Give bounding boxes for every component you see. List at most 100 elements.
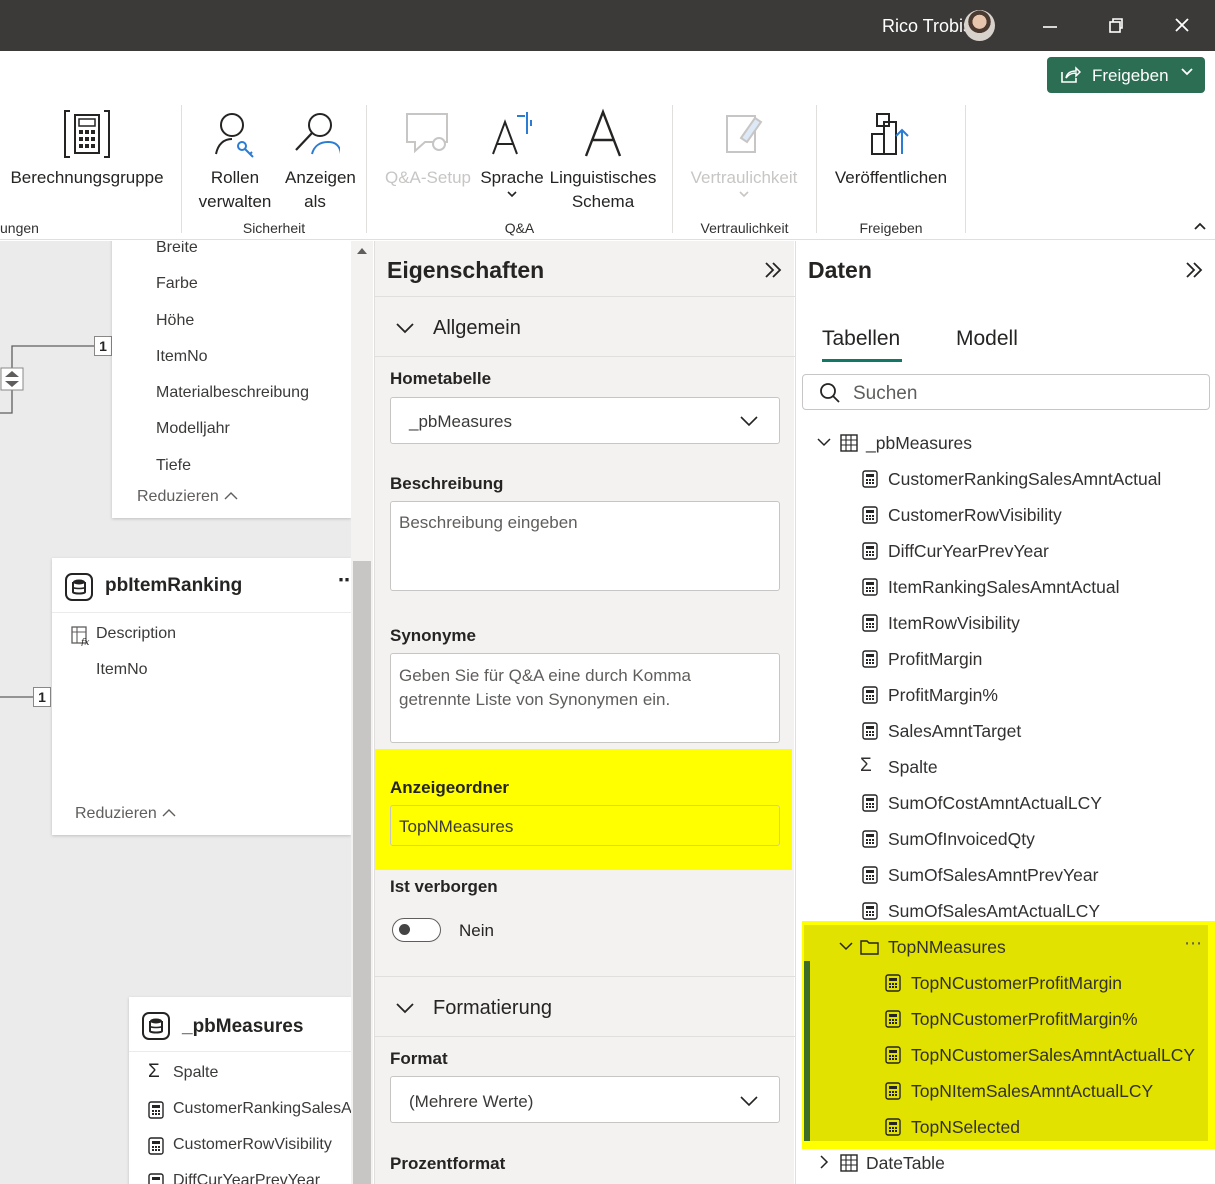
relationship-cardinality: 1: [33, 687, 51, 707]
measure-icon: [862, 902, 878, 920]
table-card-pbmeasures[interactable]: _pbMeasures Σ Spalte CustomerRankingSale…: [129, 997, 351, 1184]
close-icon[interactable]: [1171, 14, 1193, 36]
user-search-icon: [295, 113, 340, 155]
cross-filter-icon[interactable]: [0, 367, 24, 391]
model-canvas[interactable]: 1 1 Breite Farbe Höhe ItemNo Materialbes…: [0, 241, 351, 1184]
tree-table-datetable[interactable]: DateTable: [796, 1145, 1215, 1181]
table-icon: [65, 573, 93, 601]
field-item[interactable]: Farbe: [156, 275, 198, 293]
pane-title: Eigenschaften: [387, 257, 545, 283]
field-item[interactable]: Modelljahr: [156, 420, 230, 438]
collapse-pane-icon[interactable]: [763, 260, 783, 280]
minimize-icon[interactable]: [1039, 14, 1061, 36]
section-formatting[interactable]: Formatierung: [433, 997, 552, 1020]
field-item[interactable]: Breite: [156, 241, 198, 257]
field-item[interactable]: CustomerRowVisibility: [173, 1136, 332, 1154]
qa-setup-button[interactable]: Q&A-Setup: [378, 108, 478, 190]
tree-folder-measure[interactable]: TopNCustomerSalesAmntActualLCY: [796, 1037, 1215, 1073]
table-icon: [142, 1012, 170, 1040]
chevron-down-icon[interactable]: [395, 1001, 415, 1015]
collapse-link[interactable]: Reduzieren: [75, 805, 177, 823]
field-item[interactable]: Description: [96, 625, 176, 643]
search-box[interactable]: Suchen: [802, 374, 1210, 410]
tree-measure[interactable]: SumOfInvoicedQty: [796, 821, 1215, 857]
sensitivity-button[interactable]: Vertraulichkeit: [684, 108, 804, 198]
field-item[interactable]: Materialbeschreibung: [156, 384, 309, 402]
tree-measure[interactable]: SumOfCostAmntActualLCY: [796, 785, 1215, 821]
home-table-dropdown[interactable]: _pbMeasures: [390, 397, 780, 444]
ribbon-separator: [816, 105, 817, 233]
tree-folder-measure[interactable]: TopNSelected: [796, 1109, 1215, 1145]
tree-folder-measure[interactable]: TopNItemSalesAmntActualLCY: [796, 1073, 1215, 1109]
card-title: _pbMeasures: [182, 1016, 304, 1037]
field-item[interactable]: DiffCurYearPrevYear: [173, 1172, 320, 1184]
publish-button[interactable]: Veröffentlichen: [828, 108, 954, 190]
field-item[interactable]: Spalte: [173, 1064, 218, 1082]
data-pane: Daten Tabellen Modell Suchen _pbMeasures…: [795, 241, 1215, 1184]
percent-format-label: Prozentformat: [390, 1154, 506, 1173]
group-label-security: Sicherheit: [242, 220, 306, 236]
tree-measure[interactable]: SalesAmntTarget: [796, 713, 1215, 749]
measure-icon: [885, 974, 901, 992]
synonyms-textarea[interactable]: Geben Sie für Q&A eine durch Komma getre…: [390, 653, 780, 743]
field-item[interactable]: Höhe: [156, 312, 194, 330]
group-label-share: Freigeben: [859, 220, 923, 236]
tree-item-label: TopNCustomerSalesAmntActualLCY: [911, 1045, 1196, 1065]
tree-measure[interactable]: CustomerRowVisibility: [796, 497, 1215, 533]
chevron-down-icon[interactable]: [395, 321, 415, 335]
tree-measure[interactable]: ItemRankingSalesAmntActual: [796, 569, 1215, 605]
tree-measure[interactable]: SumOfSalesAmntPrevYear: [796, 857, 1215, 893]
chevron-down-icon: [740, 1096, 758, 1107]
linguistic-schema-button[interactable]: Linguistisches Schema: [546, 108, 660, 214]
sigma-icon: Σ: [860, 755, 872, 776]
field-item[interactable]: ItemNo: [96, 661, 148, 679]
share-button[interactable]: Freigeben: [1047, 57, 1205, 93]
tree-measure[interactable]: ItemRowVisibility: [796, 605, 1215, 641]
collapse-pane-icon[interactable]: [1184, 260, 1204, 280]
tree-measure[interactable]: ProfitMargin%: [796, 677, 1215, 713]
tree-measure[interactable]: CustomerRankingSalesAmntActual: [796, 461, 1215, 497]
tree-item-label: SumOfInvoicedQty: [888, 829, 1035, 849]
sensitivity-label-icon: [726, 115, 763, 153]
collapse-ribbon-icon[interactable]: [1193, 220, 1207, 232]
table-card-pbitemranking[interactable]: pbItemRanking ⋯ fx Description ItemNo Re…: [52, 558, 351, 835]
field-item[interactable]: Tiefe: [156, 457, 191, 475]
chevron-down-icon: [817, 438, 831, 447]
tab-tables[interactable]: Tabellen: [822, 327, 900, 351]
more-options-icon[interactable]: ⋯: [1184, 933, 1202, 954]
tree-folder-topnmeasures[interactable]: TopNMeasures ⋯: [796, 929, 1215, 965]
field-item[interactable]: ItemNo: [156, 348, 208, 366]
tree-measure[interactable]: ProfitMargin: [796, 641, 1215, 677]
table-card[interactable]: Breite Farbe Höhe ItemNo Materialbeschre…: [112, 241, 351, 518]
is-hidden-label: Ist verborgen: [390, 877, 498, 896]
field-item[interactable]: CustomerRankingSalesA: [173, 1100, 351, 1118]
tree-table-pbmeasures[interactable]: _pbMeasures: [796, 425, 1215, 461]
tree-folder-measure[interactable]: TopNCustomerProfitMargin%: [796, 1001, 1215, 1037]
tree-folder-measure[interactable]: TopNCustomerProfitMargin: [796, 965, 1215, 1001]
is-hidden-toggle[interactable]: [392, 918, 441, 942]
tree-item-label: TopNCustomerProfitMargin: [911, 973, 1123, 993]
more-options-icon[interactable]: ⋯: [338, 570, 351, 591]
table-calc-icon: [840, 434, 858, 452]
section-general[interactable]: Allgemein: [433, 317, 521, 340]
format-dropdown[interactable]: (Mehrere Werte): [390, 1076, 780, 1123]
view-as-button[interactable]: Anzeigen als: [274, 108, 356, 214]
avatar[interactable]: [964, 10, 995, 41]
tree-item-label: CustomerRowVisibility: [888, 505, 1062, 525]
divider: [375, 356, 795, 357]
tree-measure[interactable]: DiffCurYearPrevYear: [796, 533, 1215, 569]
calc-group-button[interactable]: Berechnungsgruppe: [4, 108, 170, 190]
manage-roles-button[interactable]: Rollen verwalten: [193, 108, 277, 214]
canvas-scrollbar[interactable]: [351, 241, 373, 1184]
language-button[interactable]: Sprache: [477, 108, 547, 198]
restore-icon[interactable]: [1105, 14, 1127, 36]
scrollbar-thumb[interactable]: [353, 561, 371, 1184]
display-folder-input[interactable]: TopNMeasures: [390, 805, 780, 846]
scroll-up-icon[interactable]: [356, 246, 368, 256]
tab-model[interactable]: Modell: [956, 327, 1018, 351]
description-textarea[interactable]: Beschreibung eingeben: [390, 501, 780, 591]
measure-icon: [862, 830, 878, 848]
tree-column[interactable]: Spalte Σ: [796, 749, 1215, 785]
folder-icon: [860, 940, 879, 955]
collapse-link[interactable]: Reduzieren: [137, 488, 239, 506]
